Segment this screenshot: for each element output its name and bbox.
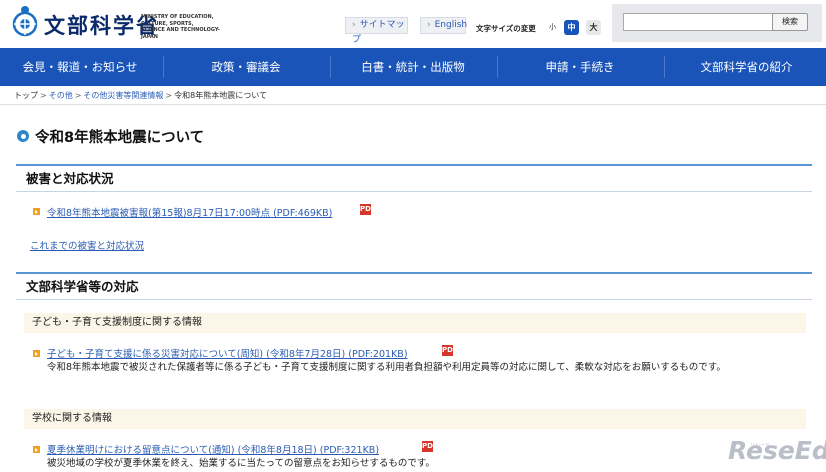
- nav-divider: [163, 56, 164, 78]
- resed-watermark: ReseEd: [728, 436, 826, 465]
- childcare-notice-link[interactable]: 子ども・子育て支援に係る災害対応について(周知) (令和8年7月28日) (PD…: [47, 346, 408, 360]
- section-heading-response: 文部科学省等の対応: [16, 272, 812, 300]
- childcare-description: 令和8年熊本地震で被災された保護者等に係る子ども・子育て支援制度に関する利用者負…: [47, 362, 726, 373]
- english-link[interactable]: › English: [420, 17, 467, 34]
- section-heading-damage: 被害と対応状況: [16, 164, 812, 192]
- nav-divider: [497, 56, 498, 78]
- site-header: 文部科学省 MINISTRY OF EDUCATION, CULTURE, SP…: [0, 0, 826, 48]
- breadcrumb-current: 令和8年熊本地震について: [174, 91, 267, 100]
- font-size-label: 文字サイズの変更: [476, 24, 536, 33]
- mext-logo-icon[interactable]: [10, 4, 40, 40]
- sitemap-link[interactable]: › サイトマップ: [345, 17, 408, 45]
- nav-item-press[interactable]: 会見・報道・お知らせ: [0, 48, 160, 86]
- breadcrumb-top[interactable]: トップ: [14, 91, 38, 100]
- font-size-medium-button[interactable]: 中: [564, 20, 579, 35]
- school-notice-link[interactable]: 夏季休業明けにおける留意点について(通知) (令和8年8月18日) (PDF:3…: [47, 442, 379, 456]
- page-title: 令和8年熊本地震について: [35, 130, 205, 146]
- subsection-heading-childcare: 子ども・子育て支援制度に関する情報: [24, 313, 806, 333]
- nav-divider: [664, 56, 665, 78]
- font-size-large-button[interactable]: 大: [586, 20, 601, 35]
- pdf-icon: PDF: [360, 204, 376, 215]
- breadcrumb: トップ > その他 > その他災害等関連情報 > 令和8年熊本地震について: [14, 90, 267, 101]
- breadcrumb-separator: >: [40, 91, 47, 100]
- nav-divider: [330, 56, 331, 78]
- nav-item-policy[interactable]: 政策・審議会: [166, 48, 326, 86]
- breadcrumb-separator: >: [165, 91, 173, 100]
- past-status-link[interactable]: これまでの被害と対応状況: [30, 238, 144, 252]
- damage-report-link[interactable]: 令和8年熊本地震被害報(第15報)8月17日17:00時点 (PDF:469KB…: [47, 205, 332, 219]
- breadcrumb-separator: >: [74, 91, 82, 100]
- logo-english-text: MINISTRY OF EDUCATION, CULTURE, SPORTS, …: [141, 14, 220, 40]
- nav-item-publications[interactable]: 白書・統計・出版物: [333, 48, 493, 86]
- search-area: 検索: [612, 4, 822, 42]
- bullet-arrow-icon: [33, 446, 40, 453]
- subsection-heading-school: 学校に関する情報: [24, 409, 806, 429]
- chevron-right-icon: ›: [352, 20, 356, 30]
- font-size-small-button[interactable]: 小: [545, 20, 560, 35]
- pdf-icon: PDF: [422, 441, 438, 452]
- global-nav: 会見・報道・お知らせ 政策・審議会 白書・統計・出版物 申請・手続き 文部科学省…: [0, 48, 826, 86]
- school-description: 被災地域の学校が夏季休業を終え、始業するに当たっての留意点をお知らせするものです…: [47, 458, 435, 469]
- search-input[interactable]: [623, 13, 781, 31]
- breadcrumb-other[interactable]: その他: [49, 91, 73, 100]
- breadcrumb-disaster[interactable]: その他災害等関連情報: [83, 91, 163, 100]
- chevron-right-icon: ›: [427, 20, 431, 30]
- bullet-arrow-icon: [33, 350, 40, 357]
- nav-item-about[interactable]: 文部科学省の紹介: [667, 48, 826, 86]
- pdf-icon: PDF: [442, 345, 458, 356]
- nav-item-applications[interactable]: 申請・手続き: [500, 48, 660, 86]
- breadcrumb-divider: [0, 104, 826, 105]
- search-button[interactable]: 検索: [772, 13, 808, 31]
- title-bullet-icon: [17, 130, 29, 142]
- bullet-arrow-icon: [33, 208, 40, 215]
